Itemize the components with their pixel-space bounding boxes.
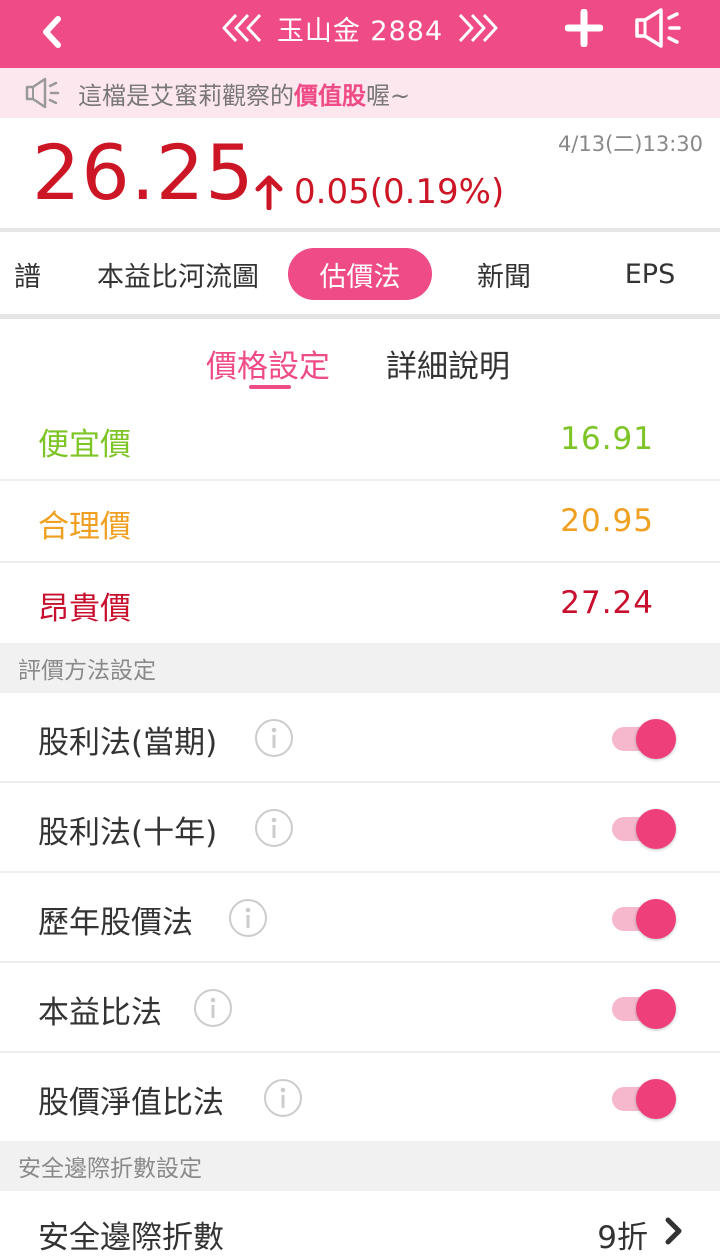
toggle-knob (636, 989, 676, 1029)
quote-panel: 26.25 0.05(0.19%) 4/13(二)13:30 (0, 118, 720, 228)
toggle-knob (636, 1079, 676, 1119)
expensive-price-label: 昂貴價 (38, 591, 131, 627)
subtab-bar: 價格設定 詳細說明 (0, 319, 720, 399)
prev-stock-icon (222, 13, 261, 43)
next-stock-button[interactable] (457, 8, 501, 48)
info-icon[interactable] (254, 808, 294, 848)
next-stock-icon (459, 13, 498, 43)
method-section-header: 評價方法設定 (0, 643, 720, 693)
subtab-details[interactable]: 詳細說明 (386, 341, 510, 386)
subtab-price-settings[interactable]: 價格設定 (206, 341, 330, 386)
toggle-knob (636, 899, 676, 939)
cheap-price-row: 便宜價 16.91 (0, 399, 720, 481)
notice-banner[interactable]: 這檔是艾蜜莉觀察的價值股喔~ (0, 68, 720, 118)
add-watchlist-button[interactable] (558, 6, 610, 50)
method-label: 股價淨值比法 (38, 1085, 224, 1121)
method-label: 股利法(當期) (38, 725, 218, 761)
tab-strip: 譜 本益比河流圖 估價法 新聞 EPS (0, 232, 720, 314)
method-row-dividend-current: 股利法(當期) (0, 693, 720, 783)
method-label: 股利法(十年) (38, 815, 218, 851)
fair-price-row: 合理價 20.95 (0, 481, 720, 563)
tab-eps[interactable]: EPS (600, 248, 700, 300)
method-label: 本益比法 (38, 995, 162, 1031)
method-row-pe: 本益比法 (0, 963, 720, 1053)
stock-title-bar: 玉山金 2884 (0, 0, 720, 56)
quote-timestamp: 4/13(二)13:30 (557, 132, 703, 156)
arrow-up-icon (255, 175, 283, 210)
expensive-price-value: 27.24 (560, 585, 654, 621)
toggle-knob (636, 809, 676, 849)
method-toggle[interactable] (612, 899, 678, 939)
info-icon[interactable] (254, 718, 294, 758)
tab-valuation[interactable]: 估價法 (288, 248, 432, 300)
method-row-dividend-10y: 股利法(十年) (0, 783, 720, 873)
method-label: 歷年股價法 (38, 905, 193, 941)
notice-text-before: 這檔是艾蜜莉觀察的 (78, 81, 294, 110)
prev-stock-button[interactable] (219, 8, 263, 48)
notice-text-after: 喔~ (366, 81, 411, 110)
expensive-price-row: 昂貴價 27.24 (0, 563, 720, 645)
method-toggle[interactable] (612, 719, 678, 759)
info-icon[interactable] (193, 988, 233, 1028)
speaker-icon (635, 8, 681, 48)
current-price: 26.25 (32, 128, 255, 217)
active-subtab-indicator (249, 385, 291, 389)
info-icon[interactable] (263, 1078, 303, 1118)
megaphone-icon (24, 75, 64, 111)
cheap-price-label: 便宜價 (38, 427, 131, 463)
safety-margin-label: 安全邊際折數 (38, 1220, 224, 1256)
tab-news[interactable]: 新聞 (452, 248, 556, 300)
notice-text: 這檔是艾蜜莉觀察的價值股喔~ (78, 76, 410, 111)
method-row-pb: 股價淨值比法 (0, 1053, 720, 1143)
tab-pe-river[interactable]: 本益比河流圖 (80, 248, 276, 300)
method-row-historical-price: 歷年股價法 (0, 873, 720, 963)
safety-margin-value: 9折 (597, 1220, 648, 1256)
price-change-text: 0.05(0.19%) (294, 172, 505, 212)
chevron-right-icon (665, 1217, 682, 1245)
notice-highlight: 價值股 (294, 81, 366, 110)
margin-section-header: 安全邊際折數設定 (0, 1141, 720, 1191)
cheap-price-value: 16.91 (560, 421, 654, 457)
method-toggle[interactable] (612, 809, 678, 849)
fair-price-value: 20.95 (560, 503, 654, 539)
info-icon[interactable] (228, 898, 268, 938)
method-toggle[interactable] (612, 989, 678, 1029)
tab-chart[interactable]: 譜 (0, 248, 56, 300)
announcement-button[interactable] (630, 4, 686, 52)
stock-title: 玉山金 2884 (276, 15, 444, 47)
method-toggle[interactable] (612, 1079, 678, 1119)
price-change: 0.05(0.19%) (254, 172, 504, 212)
safety-margin-row[interactable]: 安全邊際折數 9折 (0, 1190, 720, 1259)
toggle-knob (636, 719, 676, 759)
fair-price-label: 合理價 (38, 509, 131, 545)
plus-icon (565, 9, 603, 47)
app-header: 玉山金 2884 (0, 0, 720, 68)
